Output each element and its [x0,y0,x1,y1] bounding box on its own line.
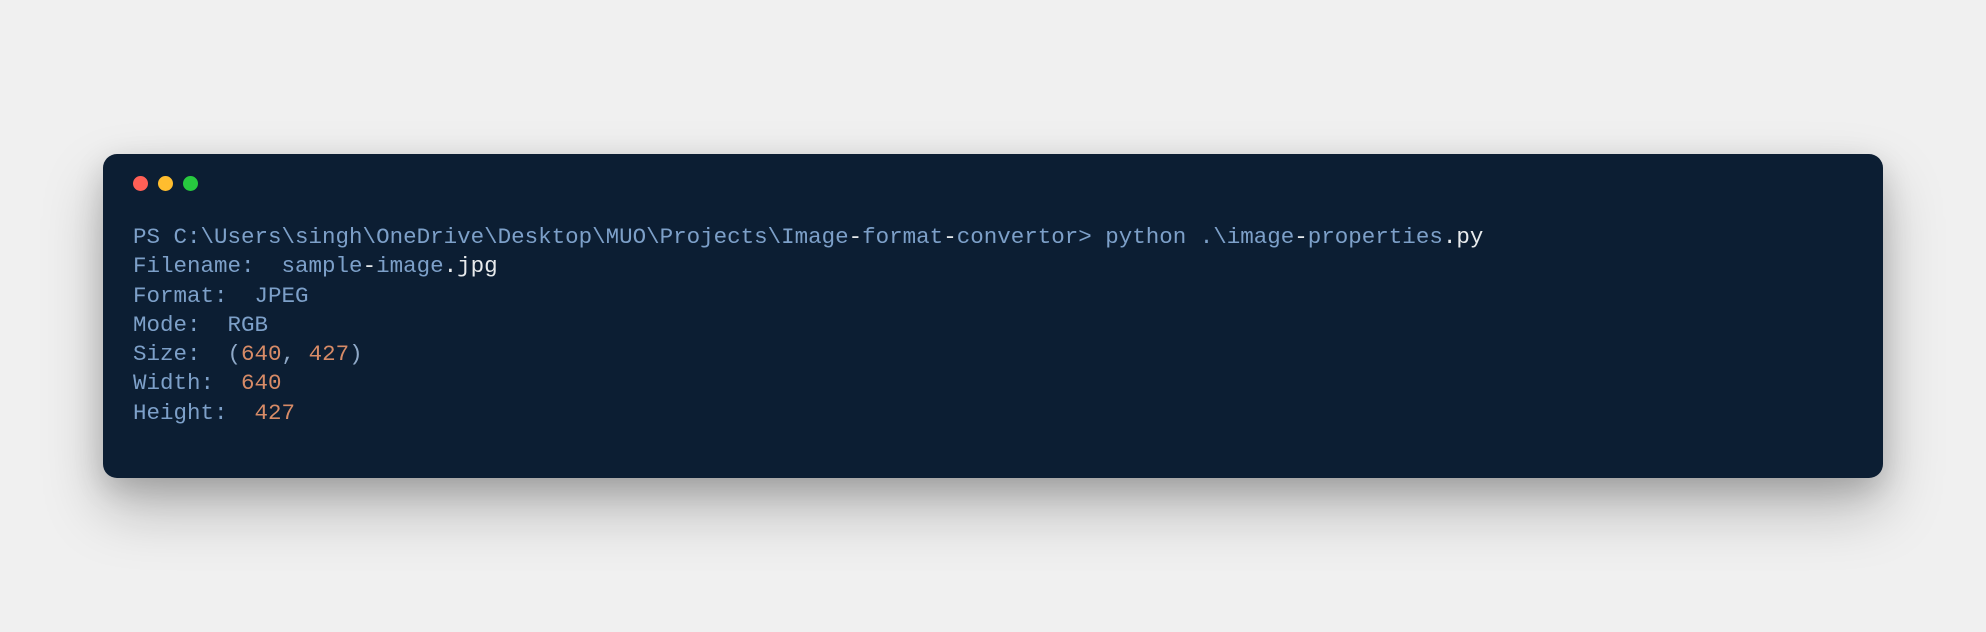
minimize-icon[interactable] [158,176,173,191]
filename-value: sample [255,253,363,279]
height-label: Height: [133,400,228,426]
format-line: Format: JPEG [133,283,309,309]
dot: . [1443,224,1457,250]
format-label: Format: [133,283,228,309]
window-controls [133,176,1853,191]
spacer [228,400,255,426]
dash: - [363,253,377,279]
file-ext: py [1456,224,1483,250]
arg-segment: properties [1308,224,1443,250]
width-line: Width: 640 [133,370,282,396]
path-segment: C:\Users\singh\OneDrive\Desktop\MUO\Proj… [174,224,849,250]
format-value: JPEG [228,283,309,309]
width-value: 640 [241,370,282,396]
filename-label: Filename: [133,253,255,279]
paren-open: ( [201,341,242,367]
height-value: 427 [255,400,296,426]
filename-line: Filename: sample-image.jpg [133,253,498,279]
dash: - [849,224,863,250]
mode-value: RGB [201,312,269,338]
size-height: 427 [309,341,350,367]
terminal-output: PS C:\Users\singh\OneDrive\Desktop\MUO\P… [133,223,1853,428]
maximize-icon[interactable] [183,176,198,191]
prompt-line: PS C:\Users\singh\OneDrive\Desktop\MUO\P… [133,224,1483,250]
height-line: Height: 427 [133,400,295,426]
dot: . [444,253,458,279]
path-segment: convertor> [957,224,1092,250]
arg-segment: .\image [1200,224,1295,250]
comma: , [282,341,309,367]
mode-label: Mode: [133,312,201,338]
dash: - [943,224,957,250]
file-ext: jpg [457,253,498,279]
mode-line: Mode: RGB [133,312,268,338]
filename-value: image [376,253,444,279]
width-label: Width: [133,370,214,396]
command: python [1092,224,1200,250]
dash: - [1294,224,1308,250]
size-width: 640 [241,341,282,367]
ps-label: PS [133,224,160,250]
terminal-window: PS C:\Users\singh\OneDrive\Desktop\MUO\P… [103,154,1883,478]
path-segment: format [862,224,943,250]
close-icon[interactable] [133,176,148,191]
paren-close: ) [349,341,363,367]
size-label: Size: [133,341,201,367]
spacer [214,370,241,396]
size-line: Size: (640, 427) [133,341,363,367]
